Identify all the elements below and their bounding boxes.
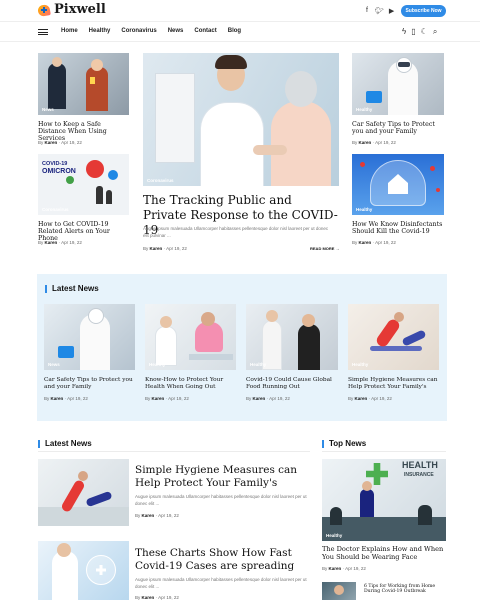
health-insurance-text-2: INSURANCE <box>404 472 434 478</box>
category-tag[interactable]: Coronavirus <box>42 207 69 212</box>
band-card-3-title[interactable]: Covid-19 Could Cause Global Food Running… <box>246 377 338 390</box>
featured-left-1-meta: By Karen · Apr 19, 22 <box>38 140 82 145</box>
band-card-2-meta: By Karen · Apr 19, 22 <box>145 396 189 401</box>
featured-right-2-image[interactable]: Healthy <box>352 154 444 215</box>
latest-list-2-image[interactable] <box>38 541 129 600</box>
top-news-main-meta: By Karen · Apr 19, 22 <box>322 566 366 571</box>
site-logo[interactable]: Pixwell <box>37 2 106 17</box>
latest-news-band-title: Latest News <box>45 285 99 293</box>
twitter-icon[interactable]: 🐦︎ <box>374 7 383 15</box>
dark-mode-icon[interactable]: ☾ <box>421 27 428 37</box>
featured-left-2-image[interactable]: COVID-19 OMICRON Coronavirus <box>38 154 129 215</box>
hamburger-menu-icon[interactable] <box>38 29 48 35</box>
category-tag[interactable]: Healthy <box>149 362 165 367</box>
band-card-4-title[interactable]: Simple Hygiene Measures can Help Protect… <box>348 377 440 390</box>
top-news-small-image[interactable] <box>322 582 356 600</box>
band-card-2-image[interactable]: Healthy <box>145 304 236 370</box>
top-news-small-title[interactable]: 6 Tips for Working from Home During Covi… <box>364 584 446 595</box>
featured-main-excerpt: Augue ipsum malesuada Ullamcorper habita… <box>143 226 329 238</box>
nav-item-coronavirus[interactable]: Coronavirus <box>121 28 156 34</box>
main-nav: Home Healthy Coronavirus News Contact Bl… <box>0 22 480 42</box>
section-divider <box>38 451 310 452</box>
bookmark-icon[interactable]: ▯ <box>411 27 415 37</box>
latest-news-title: Latest News <box>38 440 92 448</box>
health-insurance-text-1: HEALTH <box>402 460 438 470</box>
social-links: f 🐦︎ ▶ <box>366 7 394 15</box>
top-bar: Pixwell f 🐦︎ ▶ Subscribe Now <box>0 0 480 22</box>
search-icon[interactable]: ⌕ <box>433 27 437 37</box>
nav-menu: Home Healthy Coronavirus News Contact Bl… <box>61 28 241 34</box>
section-divider <box>322 451 446 452</box>
category-tag[interactable]: Healthy <box>326 533 342 538</box>
latest-list-2-meta: By Karen · Apr 19, 22 <box>135 595 179 600</box>
category-tag[interactable]: News <box>42 107 54 112</box>
latest-list-1-excerpt: Augue ipsum malesuada Ullamcorper habita… <box>135 494 307 506</box>
nav-item-healthy[interactable]: Healthy <box>89 28 111 34</box>
featured-left-1-image[interactable]: News <box>38 53 129 115</box>
youtube-icon[interactable]: ▶ <box>389 7 394 15</box>
featured-right-1-title[interactable]: Car Safety Tips to Protect you and your … <box>352 121 444 135</box>
category-tag[interactable]: Healthy <box>356 107 372 112</box>
featured-right-2-meta: By Karen · Apr 19, 22 <box>352 240 396 245</box>
band-card-3-image[interactable]: Healthy <box>246 304 338 370</box>
featured-left-2-meta: By Karen · Apr 19, 22 <box>38 240 82 245</box>
subscribe-button[interactable]: Subscribe Now <box>401 5 446 17</box>
top-news-main-image[interactable]: HEALTH INSURANCE Healthy <box>322 459 446 541</box>
band-card-3-meta: By Karen · Apr 19, 22 <box>246 396 290 401</box>
band-card-1-image[interactable]: News <box>44 304 135 370</box>
heart-plus-icon <box>37 3 52 17</box>
latest-list-1-title[interactable]: Simple Hygiene Measures can Help Protect… <box>135 464 311 490</box>
nav-item-blog[interactable]: Blog <box>228 28 241 34</box>
nav-item-contact[interactable]: Contact <box>194 28 216 34</box>
category-tag[interactable]: Healthy <box>250 362 266 367</box>
category-tag[interactable]: News <box>48 362 60 367</box>
featured-main-image[interactable]: Coronavirus <box>143 53 339 186</box>
top-news-title: Top News <box>322 440 366 448</box>
band-card-4-meta: By Karen · Apr 19, 22 <box>348 396 392 401</box>
category-tag[interactable]: Healthy <box>356 207 372 212</box>
featured-main-meta: By Karen · Apr 19, 22 <box>143 246 187 251</box>
featured-right-2-title[interactable]: How We Know Disinfectants Should Kill th… <box>352 221 444 235</box>
latest-list-2-title[interactable]: These Charts Show How Fast Covid-19 Case… <box>135 547 311 573</box>
logo-text: Pixwell <box>54 2 106 17</box>
band-card-2-title[interactable]: Know-How to Protect Your Health When Goi… <box>145 377 237 390</box>
facebook-icon[interactable]: f <box>366 7 368 15</box>
latest-list-1-meta: By Karen · Apr 19, 22 <box>135 513 179 518</box>
band-card-1-title[interactable]: Car Safety Tips to Protect you and your … <box>44 377 136 390</box>
nav-item-news[interactable]: News <box>168 28 184 34</box>
band-card-4-image[interactable]: Healthy <box>348 304 439 370</box>
band-card-1-meta: By Karen · Apr 19, 22 <box>44 396 88 401</box>
nav-tools: ϟ ▯ ☾ ⌕ <box>402 27 437 37</box>
nav-item-home[interactable]: Home <box>61 28 78 34</box>
latest-list-2-excerpt: Augue ipsum malesuada Ullamcorper habita… <box>135 577 307 589</box>
featured-right-1-image[interactable]: Healthy <box>352 53 444 115</box>
latest-list-1-image[interactable] <box>38 459 129 526</box>
featured-right-1-meta: By Karen · Apr 19, 22 <box>352 140 396 145</box>
category-tag[interactable]: Healthy <box>352 362 368 367</box>
read-more-link[interactable]: READ MORE → <box>310 246 340 251</box>
top-news-main-title[interactable]: The Doctor Explains How and When You Sho… <box>322 545 446 561</box>
category-tag[interactable]: Coronavirus <box>147 178 174 183</box>
lightning-icon[interactable]: ϟ <box>402 27 406 37</box>
